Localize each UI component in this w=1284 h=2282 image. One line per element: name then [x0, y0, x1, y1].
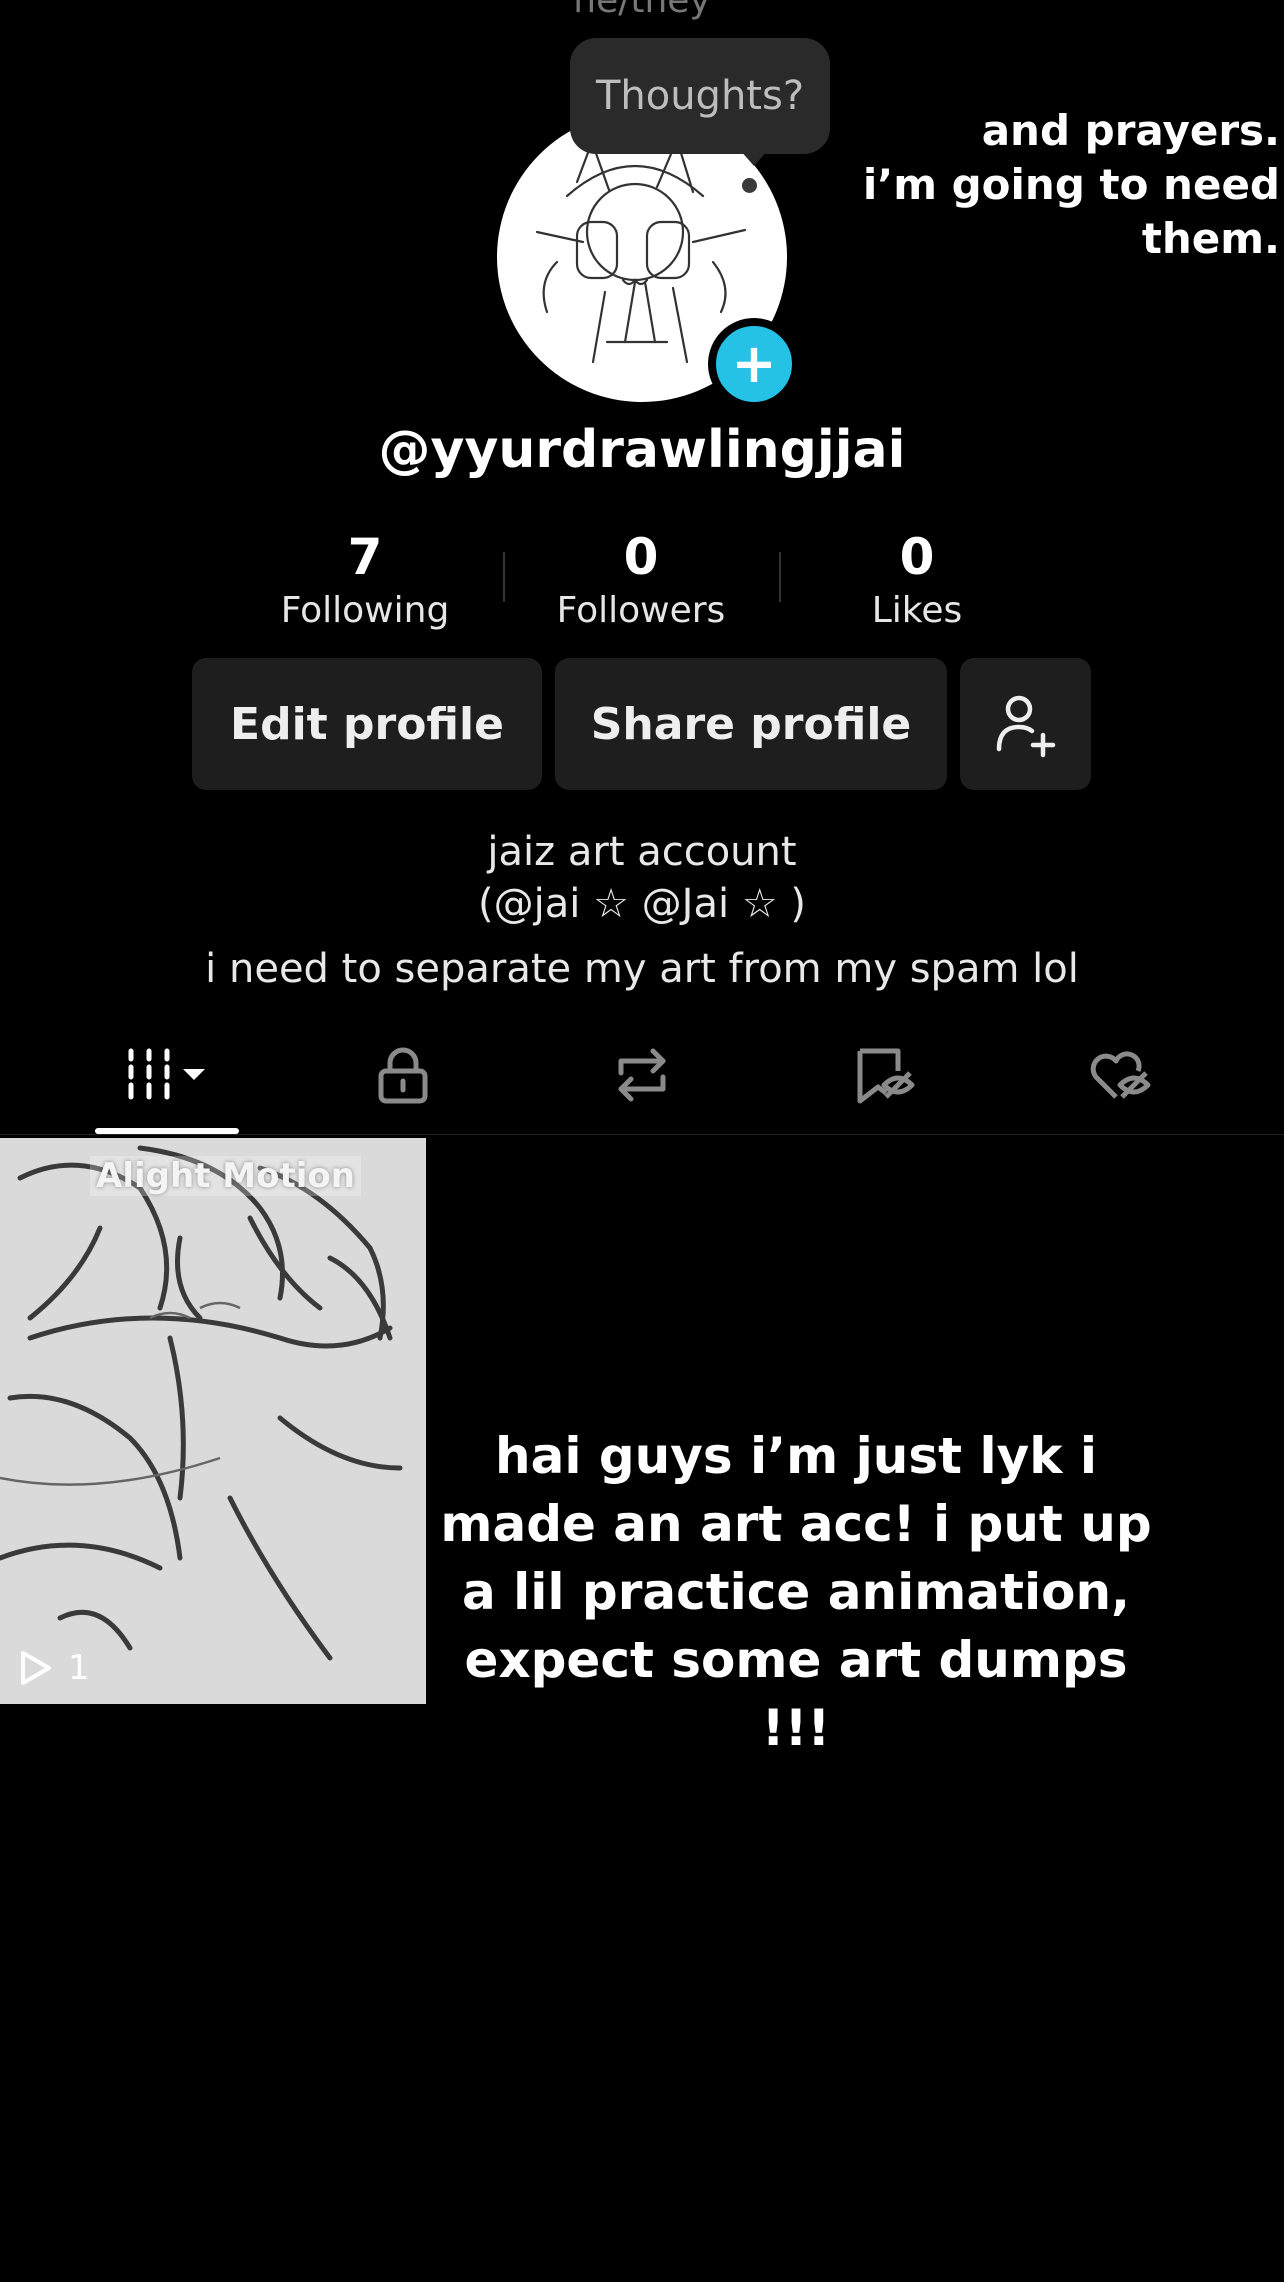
stat-followers-label: Followers	[556, 590, 726, 631]
stat-followers-value: 0	[623, 528, 659, 586]
stat-following-label: Following	[280, 590, 450, 631]
stat-divider	[779, 552, 781, 602]
bio-line3: i need to separate my art from my spam l…	[205, 946, 1079, 992]
note-text: and prayers. i’m going to need them.	[760, 104, 1280, 266]
tab-reposts[interactable]	[567, 1040, 717, 1110]
play-count-value: 1	[68, 1648, 90, 1688]
note-bubble-dot	[742, 178, 757, 193]
play-icon	[21, 1651, 51, 1685]
repost-icon	[618, 1048, 666, 1102]
plus-icon: +	[731, 332, 777, 395]
note-text-line2: i’m going to need them.	[862, 160, 1280, 263]
overlay-caption: hai guys i’m just lyk i made an art acc!…	[440, 1427, 1152, 1757]
stat-following[interactable]: 7 Following	[245, 528, 485, 636]
play-count: 1	[18, 1648, 90, 1688]
username: @yyurdrawlingjjai	[378, 420, 906, 480]
tab-bar-border	[0, 1134, 1284, 1135]
stat-likes[interactable]: 0 Likes	[797, 528, 1037, 636]
bookmark-hidden-icon	[857, 1048, 915, 1104]
thumbnail-sketch	[0, 1138, 426, 1704]
video-thumbnail[interactable]	[0, 1138, 426, 1704]
tab-private[interactable]	[328, 1040, 478, 1110]
heart-hidden-icon	[1090, 1051, 1151, 1099]
tab-liked[interactable]	[1044, 1040, 1194, 1110]
tab-favorites[interactable]	[810, 1040, 960, 1110]
stat-likes-label: Likes	[871, 590, 963, 631]
add-story-button[interactable]: +	[708, 318, 800, 410]
bio: jaiz art account (@jai ☆ @Jai ☆ )	[0, 826, 1284, 930]
edit-profile-button[interactable]: Edit profile	[192, 658, 542, 790]
bio-line1: jaiz art account	[487, 829, 797, 875]
stat-followers[interactable]: 0 Followers	[521, 528, 761, 636]
bio-line2: (@jai ☆ @Jai ☆ )	[478, 881, 806, 927]
add-person-icon	[996, 695, 1055, 758]
tab-videos[interactable]	[92, 1040, 242, 1110]
stat-likes-value: 0	[899, 528, 935, 586]
share-profile-label: Share profile	[590, 698, 912, 750]
share-profile-button[interactable]: Share profile	[555, 658, 947, 790]
note-text-line1: and prayers.	[981, 106, 1280, 155]
edit-profile-label: Edit profile	[230, 698, 504, 750]
watermark-text: Alight Motion	[90, 1156, 361, 1196]
lock-icon	[378, 1047, 428, 1104]
add-friend-button[interactable]	[960, 658, 1091, 790]
stat-following-value: 7	[347, 528, 383, 586]
stat-divider	[503, 552, 505, 602]
grid-icon	[128, 1048, 205, 1100]
chevron-down-icon	[183, 1069, 205, 1080]
pronouns-text: he/they	[573, 0, 711, 21]
